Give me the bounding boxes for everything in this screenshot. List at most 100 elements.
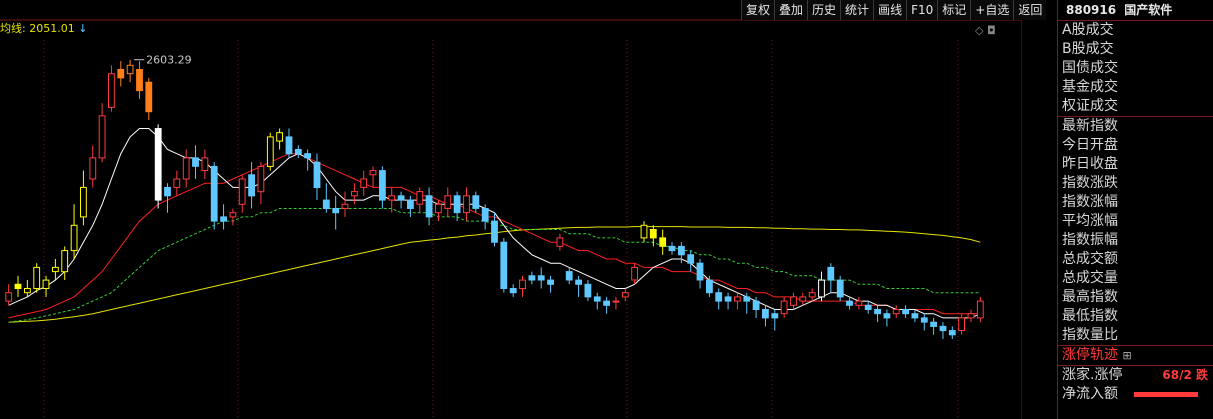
candle-body [584, 283, 592, 298]
candle-body [780, 300, 788, 315]
candle-body [108, 73, 115, 108]
limit-track-group[interactable]: 涨停轨迹 ⊞ [1058, 346, 1213, 366]
candle-body [248, 174, 255, 197]
candle-body [14, 283, 22, 289]
candle-body [771, 313, 779, 319]
candle-body [136, 69, 143, 92]
candle-body [70, 224, 78, 252]
bond-turnover-label: 国债成交 [1062, 60, 1118, 76]
index-change-pct-label: 指数涨幅 [1062, 194, 1118, 210]
peak-label: 2603.29 [146, 54, 192, 67]
candle-body [892, 309, 900, 315]
candle-body [762, 309, 769, 319]
candle-body [173, 178, 181, 188]
candle-body [883, 313, 891, 319]
candle-body [687, 254, 695, 264]
kline-svg[interactable]: 1800190020002100220023002400250026002603… [0, 0, 1022, 419]
candle-body [678, 245, 685, 256]
today-open-label: 今日开盘 [1062, 137, 1118, 153]
turnover-group: A股成交 B股成交 国债成交 基金成交 权证成交 [1058, 21, 1213, 117]
candle-body [294, 149, 302, 155]
ma-readout-text: 均线: 2051.01 [0, 22, 75, 35]
mark-button[interactable]: 标记 [937, 0, 971, 20]
candle-body [790, 296, 797, 306]
candle-body [453, 195, 461, 214]
candle-body [500, 241, 508, 289]
candle-body [313, 161, 321, 188]
candle-body [509, 288, 517, 294]
candle-body [958, 317, 966, 331]
latest-index-label: 最新指数 [1062, 118, 1118, 134]
candle-body [902, 309, 910, 315]
candle-body [808, 292, 816, 298]
candle-body [930, 321, 938, 327]
candle-body [481, 208, 489, 222]
candle-body [855, 300, 863, 306]
candle-body [743, 296, 751, 302]
a-share-turnover-label: A股成交 [1062, 22, 1114, 38]
candle-body [238, 178, 246, 205]
back-button[interactable]: 返回 [1013, 0, 1047, 20]
candle-body [33, 266, 41, 289]
candle-body [846, 300, 853, 306]
candle-body [192, 157, 199, 167]
candle-body [706, 279, 713, 294]
candle-body [266, 136, 274, 167]
draw-line-button[interactable]: 画线 [873, 0, 907, 20]
info-panel: 880916 国产软件 A股成交 B股成交 国债成交 基金成交 权证成交 最新指… [1057, 0, 1213, 419]
candle-body [360, 178, 368, 188]
candle-body [42, 279, 50, 290]
candle-body [575, 279, 583, 285]
candle-body [145, 81, 153, 113]
restore-right-button[interactable]: 复权 [741, 0, 775, 20]
candle-body [967, 313, 975, 319]
candle-body [341, 203, 349, 210]
candle-body [612, 300, 620, 303]
candle-body [379, 170, 386, 201]
candle-body [220, 216, 227, 222]
candle-body [463, 195, 470, 214]
add-watchlist-button[interactable]: +自选 [970, 0, 1014, 20]
candle-body [836, 279, 844, 298]
candle-body [547, 279, 555, 285]
history-button[interactable]: 历史 [807, 0, 841, 20]
candle-body [668, 245, 676, 252]
candle-body [257, 165, 265, 193]
candle-body [126, 64, 134, 75]
net-inflow-bar [1134, 391, 1199, 397]
overlay-button[interactable]: 叠加 [774, 0, 808, 20]
index-change-label: 指数涨跌 [1062, 175, 1118, 191]
candle-body [752, 300, 760, 311]
chart-option-icons[interactable]: ◇ ◘ [975, 24, 996, 37]
f10-button[interactable]: F10 [906, 0, 938, 20]
candle-body [948, 330, 956, 336]
total-volume-label: 总成交量 [1062, 270, 1118, 286]
kline-chart[interactable]: 1800190020002100220023002400250026002603… [0, 0, 1022, 419]
candle-body [416, 191, 424, 205]
index-amplitude-label: 指数振幅 [1062, 232, 1118, 248]
candle-body [304, 153, 312, 159]
candle-body [5, 292, 13, 302]
candle-body [556, 237, 564, 247]
statistics-button[interactable]: 统计 [840, 0, 874, 20]
candle-body [593, 296, 601, 302]
candle-body [61, 250, 69, 273]
candle-body [182, 157, 190, 180]
candle-body [117, 69, 125, 79]
panel-title: 880916 国产软件 [1058, 0, 1213, 21]
candle-body [528, 275, 536, 281]
candle-body [435, 203, 442, 214]
volume-ratio-label: 指数量比 [1062, 327, 1118, 343]
candle-body [911, 313, 919, 319]
candle-body [976, 300, 984, 319]
limit-track-title[interactable]: 涨停轨迹 ⊞ [1058, 346, 1213, 365]
index-name: 国产软件 [1124, 3, 1173, 17]
toolbar: 复权 叠加 历史 统计 画线 F10 标记 +自选 返回 [741, 0, 1047, 20]
prev-close-label: 昨日收盘 [1062, 156, 1118, 172]
candle-body [519, 279, 526, 290]
candle-body [715, 292, 723, 302]
avg-change-label: 平均涨幅 [1062, 213, 1118, 229]
candle-body [80, 186, 87, 218]
candle-body [332, 208, 340, 214]
candle-body [98, 115, 106, 159]
